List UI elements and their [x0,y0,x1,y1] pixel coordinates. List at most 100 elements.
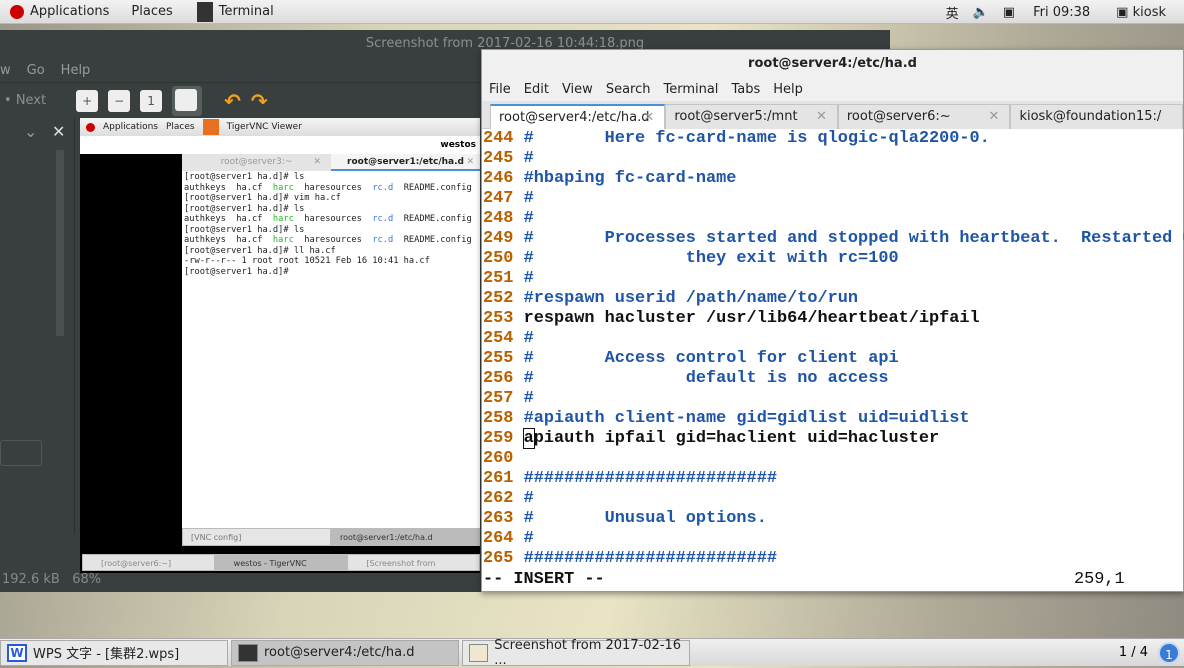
line-number: 265 [483,549,514,568]
redhat-logo-icon [86,122,95,132]
comment-text: # [523,269,534,288]
vim-line: 258 #apiauth client-name gid=gidlist uid… [483,409,1183,429]
menu-edit[interactable]: Edit [524,82,549,97]
applications-menu[interactable]: Applications [10,4,109,19]
menu-help[interactable]: Help [61,63,91,78]
zoom-fit-icon[interactable] [172,85,203,116]
vim-line: 245 # [483,149,1183,169]
menu-terminal[interactable]: Terminal [663,82,718,97]
scrollbar[interactable] [56,150,64,336]
vim-line: 254 # [483,329,1183,349]
tab-server6[interactable]: root@server6:~ ✕ [837,104,1011,129]
menu-view[interactable]: w [0,63,11,78]
line-number: 260 [483,449,514,468]
ls-entry: harc [272,214,294,224]
vnc-task-item[interactable]: root@server1:/etc/ha.d [331,528,480,546]
workspace-badge[interactable]: 1 [1158,641,1180,664]
comment-text: # they exit with rc=100 [523,249,899,268]
redhat-logo-icon [10,4,24,19]
vnc-tab[interactable]: root@server1:/etc/ha.d ✕ [331,154,480,171]
line-number: 252 [483,289,514,308]
workspace-indicator[interactable]: 1 / 4 [1119,645,1148,660]
menu-tabs[interactable]: Tabs [731,82,760,97]
input-method-indicator[interactable]: 英 [946,3,959,22]
code-text: respawn hacluster /usr/lib64/heartbeat/i… [523,309,980,328]
vim-line: 262 # [483,489,1183,509]
terminal-line: authkeys ha.cf harc haresources rc.d REA… [184,183,478,194]
zoom-out-icon[interactable]: − [108,89,131,112]
clock[interactable]: Fri 09:38 [1033,5,1090,20]
comment-text: #hbaping fc-card-name [523,169,737,188]
tab-server5[interactable]: root@server5:/mnt ✕ [665,104,838,129]
comment-text: # [523,389,534,408]
menu-file[interactable]: File [489,82,511,97]
ls-entry: haresources [293,182,373,193]
line-number: 246 [483,169,514,188]
line-number: 249 [483,229,514,248]
comment-text: # [523,329,534,348]
user-menu[interactable]: ▣ kiosk [1116,5,1166,20]
close-tab-icon[interactable]: ✕ [989,105,1000,129]
tab-foundation15[interactable]: kiosk@foundation15:/ [1010,104,1183,129]
rotate-right-icon[interactable]: ↷ [251,89,268,113]
sidebar-pane: ⌄ ✕ [0,118,75,534]
line-number: 255 [483,349,514,368]
terminal-line: -rw-r--r-- 1 root root 10521 Feb 16 10:4… [184,256,430,266]
menu-search[interactable]: Search [606,82,651,97]
terminal-icon [238,643,258,662]
ls-entry: rc.d [372,235,394,245]
close-tab-icon[interactable]: ✕ [643,106,654,130]
ls-entry: README.config [393,182,472,193]
taskbar-item-terminal[interactable]: root@server4:/etc/ha.d [231,639,459,666]
ls-entry: authkeys ha.cf [184,235,273,245]
vim-status-line: -- INSERT -- 259,1 [483,570,1183,589]
zoom-in-icon[interactable]: + [76,89,99,112]
ls-entry: harc [272,235,294,245]
close-icon[interactable]: ✕ [52,122,65,141]
network-icon[interactable]: ▣ [1003,5,1015,20]
cursor-position: 259,1 [1074,570,1125,589]
vnc-tab[interactable]: root@server3:~ ✕ [182,154,331,171]
vim-line: 259 apiauth ipfail gid=haclient uid=hacl… [483,428,1183,449]
vim-mode: -- INSERT -- [483,570,605,589]
volume-muted-icon[interactable]: 🔈 [973,5,989,20]
sidebar-input[interactable] [0,440,42,466]
vim-line: 263 # Unusual options. [483,509,1183,529]
terminal-line: [root@server1 ha.d]# ls [184,224,305,235]
line-number: 253 [483,309,514,328]
line-number: 263 [483,509,514,528]
menu-go[interactable]: Go [27,63,45,78]
inner-task-item[interactable]: [root@server6:~] [82,554,215,571]
line-number: 247 [483,189,514,208]
taskbar-item-wps[interactable]: W WPS 文字 - [集群2.wps] [0,639,228,666]
places-menu[interactable]: Places [131,4,172,19]
zoom-normal-icon[interactable]: 1 [140,89,163,112]
inner-task-item[interactable]: westos - TigerVNC [214,554,348,571]
close-tab-icon[interactable]: ✕ [816,105,827,129]
rotate-left-icon[interactable]: ↶ [224,89,241,113]
line-number: 254 [483,329,514,348]
line-number: 258 [483,409,514,428]
bottom-taskbar: W WPS 文字 - [集群2.wps] root@server4:/etc/ha… [0,638,1184,668]
terminal-line: [root@server1 ha.d]# ll ha.cf [184,245,336,256]
vim-editor[interactable]: 244 # Here fc-card-name is qlogic-qla220… [482,129,1184,569]
inner-top-panel: Applications Places TigerVNC Viewer [80,118,480,136]
ls-entry: harc [272,182,294,193]
terminal-line: authkeys ha.cf harc haresources rc.d REA… [184,235,478,246]
chevron-down-icon[interactable]: ⌄ [24,122,37,141]
taskbar-item-screenshot[interactable]: Screenshot from 2017-02-16 ... [462,638,690,668]
vim-line: 252 #respawn userid /path/name/to/run [483,289,1183,309]
line-number: 256 [483,369,514,388]
tab-server4[interactable]: root@server4:/etc/ha.d ✕ [490,104,666,130]
vnc-task-item[interactable]: [VNC config] [182,528,331,546]
comment-text: ######################### [523,549,777,568]
comment-text: # Processes started and stopped with hea… [523,229,1184,248]
tab-bar: root@server4:/etc/ha.d ✕ root@server5:/mn… [482,101,1183,129]
next-button[interactable]: • Next [4,93,46,108]
inner-task-item[interactable]: [Screenshot from [347,554,481,571]
menu-help[interactable]: Help [773,82,803,97]
menu-view[interactable]: View [562,82,593,97]
comment-text: # Here fc-card-name is qlogic-qla2200-0. [523,129,990,148]
vim-line: 257 # [483,389,1183,409]
active-app-menu[interactable]: Terminal [183,1,274,22]
